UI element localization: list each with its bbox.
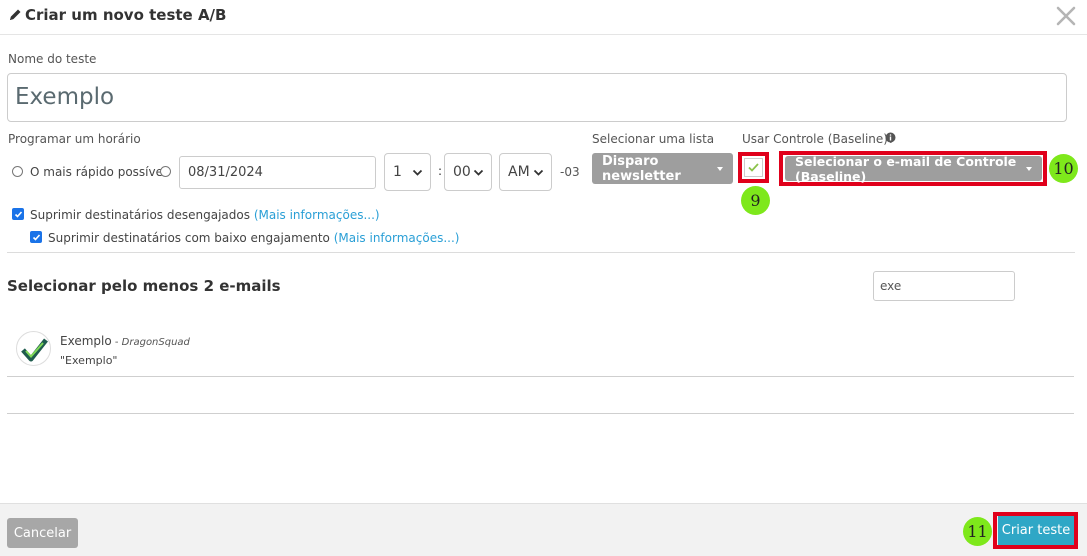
email-name-line: Exemplo - DragonSquad [60,334,190,348]
test-name-label: Nome do teste [8,52,97,66]
asap-radio[interactable] [12,166,23,177]
modal-header: Criar um novo teste A/B [0,0,1087,35]
step-badge-10: 10 [1049,154,1078,183]
suppress-low-engagement-text: Suprimir destinatários com baixo engajam… [48,231,459,245]
chevron-down-icon [533,169,544,176]
dragonsquad-logo-icon [21,338,48,362]
more-info-link[interactable]: (Mais informações...) [334,231,460,245]
scheduled-radio[interactable] [160,166,171,177]
checkmark-icon [748,163,759,172]
email-subject: "Exemplo" [60,354,118,367]
time-separator: : [438,164,443,178]
suppress-low-engagement-checkbox[interactable] [30,231,42,243]
more-info-link[interactable]: (Mais informações...) [254,208,380,222]
checkmark-icon [14,210,22,218]
minute-value: 00 [453,164,471,180]
modal-title-text: Criar um novo teste A/B [25,6,227,24]
suppress-disengaged-text: Suprimir destinatários desengajados (Mai… [30,208,380,222]
create-test-button[interactable]: Criar teste [998,516,1074,545]
emails-section-title: Selecionar pelo menos 2 e-mails [7,277,281,295]
modal-footer: Cancelar [0,503,1087,556]
step-badge-11: 11 [963,517,992,546]
list-bottom-divider [7,413,1074,414]
hour-value: 1 [393,164,402,180]
email-list-item[interactable]: Exemplo - DragonSquad "Exemplo" [7,323,1074,377]
list-dropdown-button[interactable]: Disparo newsletter [592,153,733,184]
email-brand: DragonSquad [121,337,190,348]
control-email-button-label: Selecionar o e-mail de Controle (Baselin… [795,153,1017,184]
control-checkbox[interactable] [744,158,763,177]
suppress-disengaged-checkbox[interactable] [12,208,24,220]
suppress-disengaged-label: Suprimir destinatários desengajados [30,208,250,222]
control-label: Usar Controle (Baseline)? [742,132,895,146]
minute-select[interactable]: 00 [444,153,492,191]
section-divider [7,252,1075,253]
checkmark-icon [32,233,40,241]
caret-down-icon [717,166,723,171]
ampm-value: AM [508,164,530,180]
chevron-down-icon [412,169,423,176]
step-badge-9: 9 [741,186,770,215]
modal-title: Criar um novo teste A/B [8,6,226,24]
chevron-down-icon [473,169,484,176]
email-search-input[interactable]: exe [873,271,1015,301]
date-input[interactable]: 08/31/2024 [179,156,376,189]
email-thumbnail [16,331,51,366]
list-label: Selecionar uma lista [592,132,715,146]
suppress-low-engagement-label: Suprimir destinatários com baixo engajam… [48,231,330,245]
close-icon[interactable] [1054,4,1078,28]
timezone-label: -03 [560,165,580,179]
list-dropdown-label: Disparo newsletter [602,153,681,184]
control-email-button[interactable]: Selecionar o e-mail de Controle (Baselin… [785,153,1042,184]
test-name-input[interactable]: Exemplo [7,73,1067,122]
schedule-label: Programar um horário [8,132,141,146]
asap-label: O mais rápido possível [30,165,167,179]
info-icon[interactable] [885,132,896,143]
pencil-icon [10,9,21,20]
caret-down-icon [1026,166,1032,171]
email-name: Exemplo [60,334,112,348]
email-separator: - [111,337,122,348]
ampm-select[interactable]: AM [499,153,552,191]
hour-select[interactable]: 1 [384,153,431,191]
cancel-button[interactable]: Cancelar [7,518,78,548]
